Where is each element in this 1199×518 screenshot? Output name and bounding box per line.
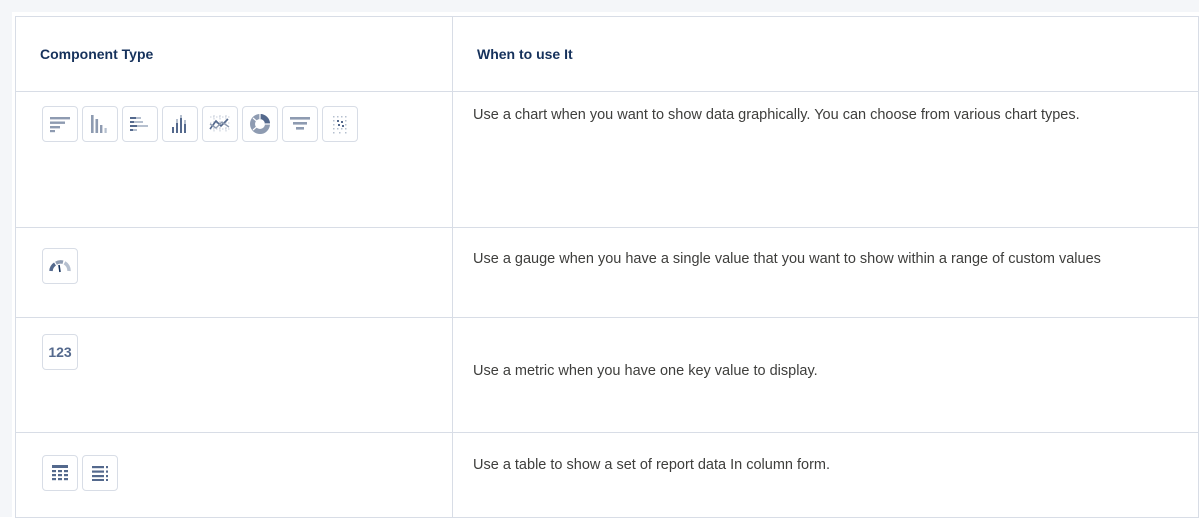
table-row-gauge: Use a gauge when you have a single value… <box>15 227 1199 318</box>
left-margin <box>0 0 12 517</box>
stacked-horizontal-bar-chart-icon[interactable] <box>122 106 158 142</box>
component-icons-cell <box>15 432 453 518</box>
description-cell: Use a metric when you have one key value… <box>452 317 1199 433</box>
stacked-vertical-bar-chart-icon[interactable] <box>162 106 198 142</box>
line-chart-icon[interactable] <box>202 106 238 142</box>
metric-icon-label: 123 <box>48 344 72 360</box>
table-row-chart: Use a chart when you want to show data g… <box>15 91 1199 228</box>
description-cell: Use a chart when you want to show data g… <box>452 91 1199 228</box>
description-cell: Use a gauge when you have a single value… <box>452 227 1199 318</box>
funnel-chart-icon[interactable] <box>282 106 318 142</box>
metric-description: Use a metric when you have one key value… <box>473 363 818 379</box>
component-icons-cell <box>15 91 453 228</box>
component-icons-cell: 123 <box>15 317 453 433</box>
page: Component Type When to use It Use a char… <box>0 0 1199 518</box>
table-header-row: Component Type When to use It <box>15 16 1199 92</box>
table-description: Use a table to show a set of report data… <box>473 457 831 473</box>
component-type-table: Component Type When to use It Use a char… <box>15 16 1199 518</box>
header-when-to-use: When to use It <box>452 16 1199 92</box>
chart-icon-group <box>16 92 432 142</box>
header-component-type: Component Type <box>15 16 453 92</box>
gauge-icon[interactable] <box>42 248 78 284</box>
gauge-icon-group <box>16 228 432 284</box>
metric-icon-group: 123 <box>16 318 432 370</box>
table-row-table: Use a table to show a set of report data… <box>15 432 1199 518</box>
table-icon[interactable] <box>42 455 78 491</box>
vertical-bar-chart-icon[interactable] <box>82 106 118 142</box>
chart-description: Use a chart when you want to show data g… <box>473 107 1080 123</box>
scatter-chart-icon[interactable] <box>322 106 358 142</box>
list-table-icon[interactable] <box>82 455 118 491</box>
metric-icon[interactable]: 123 <box>42 334 78 370</box>
top-margin <box>0 0 1199 12</box>
table-row-metric: 123 Use a metric when you have one key v… <box>15 317 1199 433</box>
donut-chart-icon[interactable] <box>242 106 278 142</box>
table-icon-group <box>16 433 432 491</box>
component-icons-cell <box>15 227 453 318</box>
gauge-description: Use a gauge when you have a single value… <box>473 251 1101 267</box>
horizontal-bar-chart-icon[interactable] <box>42 106 78 142</box>
description-cell: Use a table to show a set of report data… <box>452 432 1199 518</box>
